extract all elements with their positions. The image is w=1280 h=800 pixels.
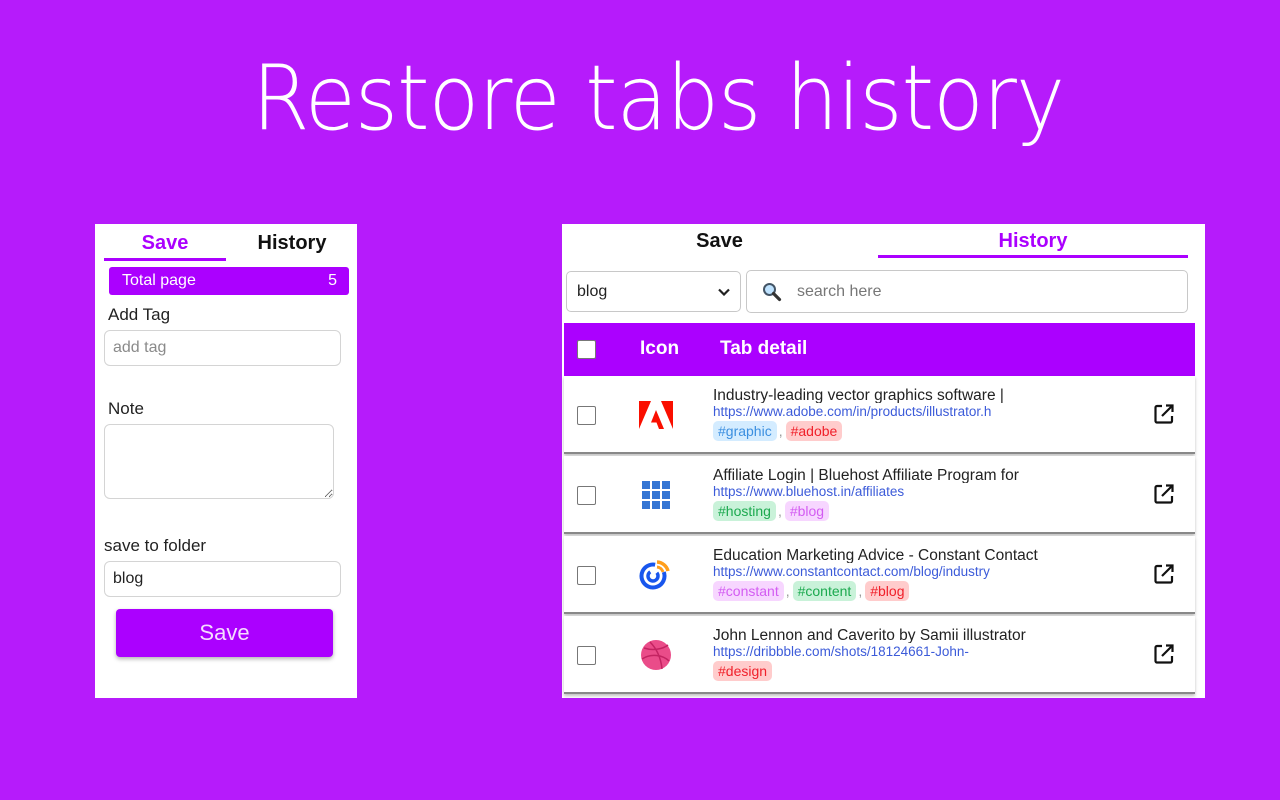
search-input[interactable] — [797, 282, 1187, 301]
tag-chip[interactable]: #design — [713, 661, 773, 681]
tag-chip[interactable]: #blog — [865, 581, 910, 601]
save-button[interactable]: Save — [116, 609, 333, 657]
tab-url[interactable]: https://www.bluehost.in/affiliates — [713, 483, 1048, 499]
adobe-icon — [638, 398, 674, 432]
tab-title: John Lennon and Caverito by Samii illust… — [713, 627, 1026, 643]
note-label: Note — [108, 399, 144, 418]
folder-input[interactable] — [104, 561, 341, 597]
bluehost-grid-cell — [652, 491, 660, 499]
tag-chip[interactable]: #constant — [713, 581, 784, 601]
save-panel: Save History Total page 5 Add Tag Note s… — [95, 224, 357, 698]
active-tab-indicator — [104, 258, 226, 261]
magnifier-icon — [747, 282, 797, 302]
tag-chip[interactable]: #content — [792, 581, 857, 601]
chevron-down-icon — [718, 283, 730, 301]
tag-list: #hosting, #blog — [713, 501, 1048, 521]
column-header-tab-detail: Tab detail — [720, 338, 808, 359]
tag-separator: , — [778, 423, 783, 439]
table-header: Icon Tab detail — [564, 323, 1195, 376]
select-all-checkbox[interactable] — [577, 340, 596, 359]
tab-save[interactable]: Save — [104, 230, 226, 256]
tab-url[interactable]: https://www.adobe.com/in/products/illust… — [713, 403, 1048, 419]
row-checkbox[interactable] — [577, 406, 596, 425]
tab-url[interactable]: https://www.constantcontact.com/blog/ind… — [713, 563, 1048, 579]
bluehost-grid-cell — [662, 491, 670, 499]
save-panel-tabs: Save History — [95, 224, 357, 262]
tag-list: #design — [713, 661, 1048, 681]
folder-select-value: blog — [577, 282, 608, 300]
table-row: John Lennon and Caverito by Samii illust… — [564, 616, 1195, 694]
tag-separator: , — [785, 583, 790, 599]
tab-title: Education Marketing Advice - Constant Co… — [713, 547, 1038, 563]
tag-chip[interactable]: #adobe — [785, 421, 843, 441]
tag-list: #constant, #content, #blog — [713, 581, 1048, 601]
tag-chip[interactable]: #graphic — [713, 421, 777, 441]
tab-title: Industry-leading vector graphics softwar… — [713, 387, 1004, 403]
add-tag-label: Add Tag — [108, 305, 171, 324]
bluehost-grid-cell — [662, 481, 670, 489]
open-in-new-icon[interactable] — [1153, 643, 1175, 665]
tab-url[interactable]: https://dribbble.com/shots/18124661-John… — [713, 643, 1048, 659]
total-page-label: Total page — [122, 272, 196, 289]
tag-list: #graphic, #adobe — [713, 421, 1048, 441]
tab-history[interactable]: History — [878, 228, 1188, 254]
search-box[interactable] — [746, 270, 1188, 313]
bluehost-grid-cell — [652, 481, 660, 489]
tag-chip[interactable]: #blog — [784, 501, 830, 521]
bluehost-grid-cell — [662, 501, 670, 509]
bluehost-grid-cell — [642, 481, 650, 489]
note-textarea[interactable] — [104, 424, 334, 499]
open-in-new-icon[interactable] — [1153, 563, 1175, 585]
active-tab-indicator — [878, 255, 1188, 258]
folder-select[interactable]: blog — [566, 271, 741, 312]
table-row: Education Marketing Advice - Constant Co… — [564, 536, 1195, 614]
tab-title: Affiliate Login | Bluehost Affiliate Pro… — [713, 467, 1019, 483]
bluehost-icon — [638, 478, 674, 512]
table-row: Affiliate Login | Bluehost Affiliate Pro… — [564, 456, 1195, 534]
open-in-new-icon[interactable] — [1153, 483, 1175, 505]
bluehost-grid-cell — [642, 491, 650, 499]
hero-title: Restore tabs history — [252, 46, 1065, 151]
history-panel: Save History blog Icon Tab detail — [562, 224, 1205, 698]
tab-save[interactable]: Save — [562, 228, 877, 254]
row-checkbox[interactable] — [577, 486, 596, 505]
bluehost-grid-cell — [642, 501, 650, 509]
tag-separator: , — [858, 583, 863, 599]
tab-history[interactable]: History — [226, 230, 358, 256]
tag-separator: , — [777, 503, 782, 519]
tag-chip[interactable]: #hosting — [713, 501, 776, 521]
table-row: Industry-leading vector graphics softwar… — [564, 376, 1195, 454]
constant-contact-icon — [638, 558, 674, 592]
add-tag-input[interactable] — [104, 330, 341, 366]
bluehost-grid-cell — [652, 501, 660, 509]
dribbble-icon — [638, 638, 674, 672]
row-checkbox[interactable] — [577, 646, 596, 665]
folder-label: save to folder — [104, 536, 207, 555]
column-header-icon: Icon — [640, 338, 680, 359]
row-checkbox[interactable] — [577, 566, 596, 585]
total-page-count: 5 — [328, 272, 337, 289]
total-page-bar: Total page 5 — [109, 267, 349, 295]
open-in-new-icon[interactable] — [1153, 403, 1175, 425]
